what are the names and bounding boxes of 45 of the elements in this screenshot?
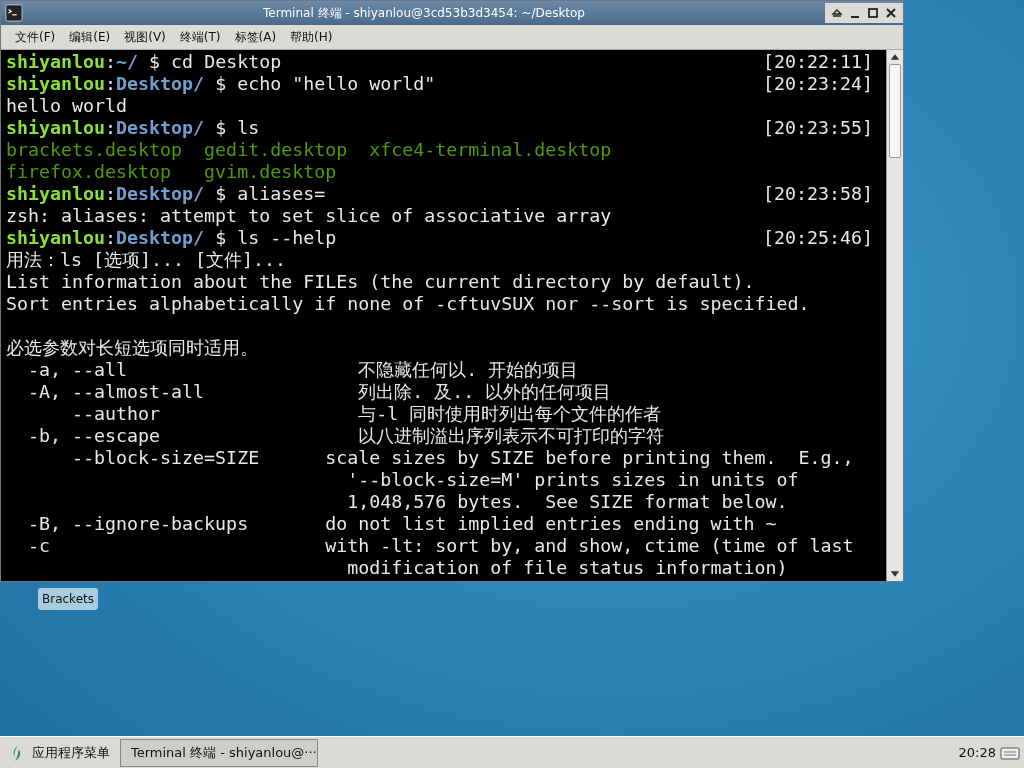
output-line: Sort entries alphabetically if none of -cftuvSUX nor --sort is specified. bbox=[6, 293, 810, 314]
maximize-icon[interactable] bbox=[867, 7, 879, 19]
output-line: -a, --all 不隐藏任何以. 开始的项目 bbox=[27, 359, 579, 380]
output-line: List information about the FILEs (the current directory by default). bbox=[6, 271, 755, 292]
menu-item[interactable]: 文件(F) bbox=[15, 28, 56, 46]
output-line: 用法：ls [选项]... [文件]... bbox=[6, 249, 287, 270]
close-icon[interactable] bbox=[885, 7, 897, 19]
command-line: shiyanlou:Desktop/ $ echo "hello world" bbox=[6, 73, 436, 95]
output-line: -b, --escape 以八进制溢出序列表示不可打印的字符 bbox=[27, 425, 665, 446]
output-line: -B, --ignore-backups do not list implied entries ending with ~ bbox=[27, 513, 777, 534]
terminal-icon[interactable] bbox=[5, 4, 23, 22]
output-line: -c with -lt: sort by, and show, ctime (time of last bbox=[27, 535, 854, 556]
menu-item[interactable]: 帮助(H) bbox=[290, 28, 333, 46]
output-line: zsh: aliases: attempt to set slice of associative array bbox=[6, 205, 612, 226]
taskbar-button[interactable]: Terminal 终端 - shiyanlou@··· bbox=[120, 738, 318, 767]
output-line: -A, --almost-all 列出除. 及.. 以外的任何项目 bbox=[27, 381, 612, 402]
file-list: firefox.desktop gvim.desktop bbox=[6, 161, 337, 182]
command-line: shiyanlou:Desktop/ $ ls bbox=[6, 117, 260, 139]
command-line: shiyanlou:~/ $ cd Desktop bbox=[6, 51, 282, 73]
timestamp: [20:25:46] bbox=[762, 227, 873, 249]
timestamp: [20:22:11] bbox=[762, 51, 873, 73]
output-line: --author 与-l 同时使用时列出每个文件的作者 bbox=[71, 403, 662, 424]
command-line: shiyanlou:Desktop/ $ ls --help bbox=[6, 227, 337, 249]
output-line: '--block-size=M' prints sizes in units of bbox=[346, 469, 799, 490]
output-line: 1,048,576 bytes. See SIZE format below. bbox=[346, 491, 788, 512]
output-line: hello world bbox=[6, 95, 128, 116]
output-line: 必选参数对长短选项同时适用。 bbox=[6, 337, 258, 358]
timestamp: [20:23:24] bbox=[762, 73, 873, 95]
shade-icon[interactable] bbox=[831, 7, 843, 19]
output-line: --block-size=SIZE scale sizes by SIZE before printing them. E.g., bbox=[71, 447, 854, 468]
desktop-icon-label[interactable]: Brackets bbox=[38, 588, 98, 610]
app-menu-button[interactable]: 应用程序菜单 bbox=[4, 743, 116, 762]
clock[interactable]: 20:28 bbox=[958, 745, 996, 760]
timestamp: [20:23:58] bbox=[762, 183, 873, 205]
file-list: brackets.desktop gedit.desktop xfce4-terminal.desktop bbox=[6, 139, 612, 160]
timestamp: [20:23:55] bbox=[762, 117, 873, 139]
menu-item[interactable]: 标签(A) bbox=[234, 28, 277, 46]
menu-item[interactable]: 终端(T) bbox=[179, 28, 221, 46]
menu-item[interactable]: 编辑(E) bbox=[69, 28, 111, 46]
command-line: shiyanlou:Desktop/ $ aliases= bbox=[6, 183, 326, 205]
scrollbar-thumb[interactable] bbox=[889, 64, 901, 158]
window-title: Terminal 终端 - shiyanlou@3cd53b3d3454: ~/Desktop bbox=[262, 4, 586, 22]
menu-item[interactable]: 视图(V) bbox=[124, 28, 166, 46]
scrollbar[interactable] bbox=[886, 50, 903, 581]
output-line: modification of file status information) bbox=[346, 557, 788, 578]
